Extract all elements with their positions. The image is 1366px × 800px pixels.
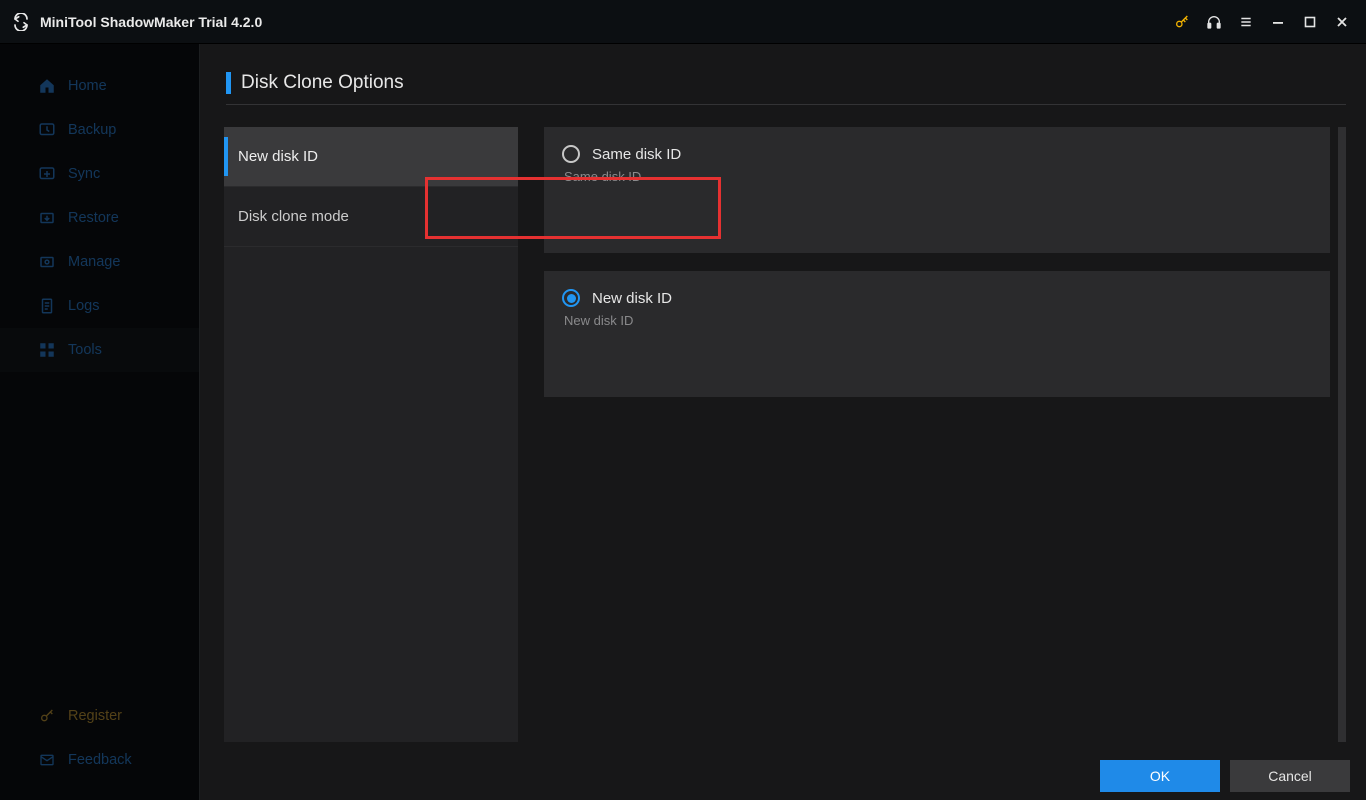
sidebar-item-feedback[interactable]: Feedback	[0, 738, 199, 782]
sidebar-item-logs[interactable]: Logs	[0, 284, 199, 328]
backup-icon	[38, 121, 56, 139]
manage-icon	[38, 253, 56, 271]
sidebar-item-register[interactable]: Register	[0, 694, 199, 738]
sidebar-item-sync[interactable]: Sync	[0, 152, 199, 196]
restore-icon	[38, 209, 56, 227]
tab-disk-clone-mode[interactable]: Disk clone mode	[224, 187, 518, 247]
sync-icon	[38, 165, 56, 183]
tools-icon	[38, 341, 56, 359]
sidebar-item-label: Logs	[68, 298, 99, 314]
minimize-button[interactable]	[1262, 8, 1294, 36]
sidebar: Home Backup Sync Restore Manage	[0, 44, 200, 800]
menu-icon[interactable]	[1230, 8, 1262, 36]
mail-icon	[38, 751, 56, 769]
option-same-disk-id[interactable]: Same disk ID Same disk ID	[544, 127, 1330, 253]
title-accent-bar	[226, 72, 231, 94]
option-new-disk-id[interactable]: New disk ID New disk ID	[544, 271, 1330, 397]
page-header: Disk Clone Options	[226, 72, 1346, 105]
radio-icon[interactable]	[562, 289, 580, 307]
option-title: New disk ID	[592, 290, 672, 307]
logs-icon	[38, 297, 56, 315]
sidebar-item-restore[interactable]: Restore	[0, 196, 199, 240]
sidebar-item-home[interactable]: Home	[0, 64, 199, 108]
title-bar: MiniTool ShadowMaker Trial 4.2.0	[0, 0, 1366, 44]
sidebar-item-label: Feedback	[68, 752, 132, 768]
page-title: Disk Clone Options	[241, 72, 404, 94]
key-icon[interactable]	[1166, 8, 1198, 36]
tab-label: Disk clone mode	[238, 208, 349, 225]
cancel-button[interactable]: Cancel	[1230, 760, 1350, 792]
options-tab-list: New disk ID Disk clone mode	[224, 127, 518, 742]
radio-icon[interactable]	[562, 145, 580, 163]
sidebar-item-label: Restore	[68, 210, 119, 226]
sidebar-item-label: Backup	[68, 122, 116, 138]
ok-button[interactable]: OK	[1100, 760, 1220, 792]
sidebar-item-label: Tools	[68, 342, 102, 358]
app-title: MiniTool ShadowMaker Trial 4.2.0	[40, 14, 262, 30]
options-panel: Same disk ID Same disk ID New disk ID Ne…	[544, 127, 1346, 742]
option-description: New disk ID	[564, 313, 1312, 328]
tab-new-disk-id[interactable]: New disk ID	[224, 127, 518, 187]
maximize-button[interactable]	[1294, 8, 1326, 36]
option-title: Same disk ID	[592, 146, 681, 163]
dialog-footer: OK Cancel	[200, 752, 1366, 800]
tab-label: New disk ID	[238, 148, 318, 165]
sidebar-item-label: Manage	[68, 254, 120, 270]
app-window: MiniTool ShadowMaker Trial 4.2.0 Home	[0, 0, 1366, 800]
sidebar-item-backup[interactable]: Backup	[0, 108, 199, 152]
sidebar-item-tools[interactable]: Tools	[0, 328, 199, 372]
home-icon	[38, 77, 56, 95]
main-content: Disk Clone Options New disk ID Disk clon…	[200, 44, 1366, 800]
key-icon	[38, 707, 56, 725]
option-description: Same disk ID	[564, 169, 1312, 184]
scrollbar[interactable]	[1338, 127, 1346, 742]
app-logo-icon	[10, 11, 32, 33]
sidebar-item-manage[interactable]: Manage	[0, 240, 199, 284]
sidebar-item-label: Home	[68, 78, 107, 94]
headphones-icon[interactable]	[1198, 8, 1230, 36]
sidebar-item-label: Sync	[68, 166, 100, 182]
sidebar-item-label: Register	[68, 708, 122, 724]
close-button[interactable]	[1326, 8, 1358, 36]
